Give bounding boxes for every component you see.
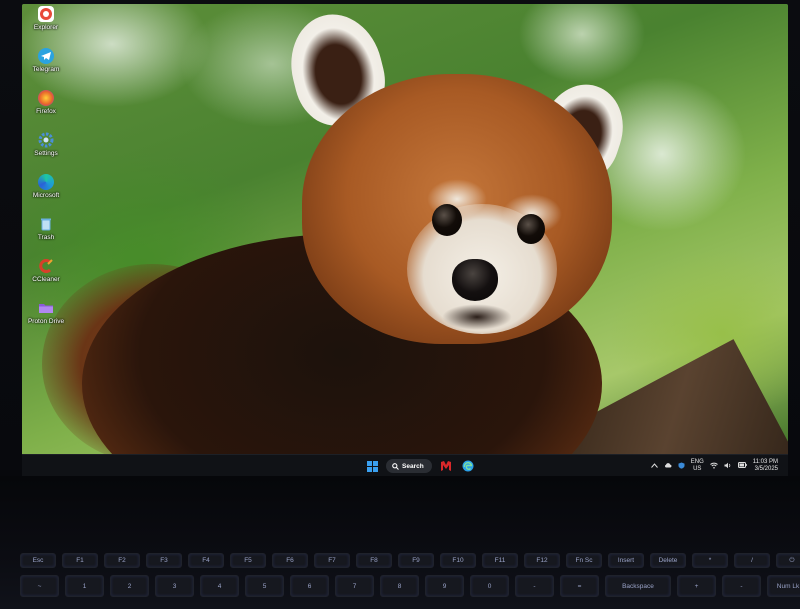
- taskbar-center: Search: [364, 458, 476, 474]
- key-8[interactable]: F8: [356, 553, 392, 568]
- cloud-icon[interactable]: [664, 462, 672, 470]
- desktop-icon-label: CCleaner: [32, 276, 60, 283]
- key-1[interactable]: F1: [62, 553, 98, 568]
- start-button[interactable]: [364, 458, 380, 474]
- key-11[interactable]: F11: [482, 553, 518, 568]
- key-0[interactable]: Esc: [20, 553, 56, 568]
- edge-icon: [38, 174, 54, 190]
- key-5[interactable]: 5: [245, 575, 284, 597]
- ccleaner-icon: [38, 258, 54, 274]
- language-region: US: [693, 466, 702, 472]
- desktop-icon-explorer[interactable]: Explorer: [22, 6, 70, 31]
- key-16[interactable]: *: [692, 553, 728, 568]
- desktop-icon-label: Settings: [34, 150, 58, 157]
- key-13[interactable]: Backspace: [605, 575, 671, 597]
- key-0[interactable]: ~: [20, 575, 59, 597]
- key-16[interactable]: Num Lk: [767, 575, 800, 597]
- key-12[interactable]: =: [560, 575, 599, 597]
- desktop-icon-label: Proton Drive: [27, 318, 65, 325]
- key-13[interactable]: Fn Sc: [566, 553, 602, 568]
- wallpaper-panda-nose: [452, 259, 498, 301]
- key-12[interactable]: F12: [524, 553, 560, 568]
- key-1[interactable]: 1: [65, 575, 104, 597]
- desktop-icon-label: Microsoft: [32, 192, 60, 199]
- wifi-icon[interactable]: [709, 462, 718, 471]
- key-7[interactable]: F7: [314, 553, 350, 568]
- desktop-icon-label: Firefox: [36, 108, 56, 115]
- trash-icon: [38, 216, 54, 232]
- keyboard-deck: Esc F1 F2 F3 F4 F5 F6 F7 F8 F9 F10 F11 F12 Fn Sc Inser…: [0, 476, 800, 609]
- taskbar-app-mcafee[interactable]: [438, 458, 454, 474]
- key-7[interactable]: 7: [335, 575, 374, 597]
- taskbar-search-button[interactable]: Search: [386, 459, 432, 473]
- desktop-icon-trash[interactable]: Trash: [22, 216, 70, 241]
- search-icon: [392, 462, 399, 470]
- wallpaper-panda-eye-left: [432, 204, 462, 236]
- key-3[interactable]: F3: [146, 553, 182, 568]
- firefox-icon: [38, 90, 54, 106]
- battery-icon[interactable]: [737, 462, 747, 470]
- desktop-icon-settings[interactable]: Settings: [22, 132, 70, 157]
- windows-icon: [366, 460, 378, 472]
- taskbar-app-edge[interactable]: [460, 458, 476, 474]
- taskbar-search-label: Search: [402, 462, 424, 470]
- clock-time: 11:03 PM: [752, 459, 778, 465]
- clock-date: 3/5/2025: [754, 466, 778, 472]
- key-14[interactable]: Insert: [608, 553, 644, 568]
- language-code: ENG: [690, 459, 704, 465]
- key-15[interactable]: Delete: [650, 553, 686, 568]
- desktop-icon-firefox[interactable]: Firefox: [22, 90, 70, 115]
- wallpaper-panda-mouth: [442, 304, 512, 330]
- desktop-icon-proton-drive[interactable]: Proton Drive: [22, 300, 70, 325]
- key-14[interactable]: +: [677, 575, 716, 597]
- edge-icon: [462, 460, 474, 472]
- desktop-icon-label: Trash: [37, 234, 55, 241]
- key-17[interactable]: /: [734, 553, 770, 568]
- chevron-up-icon[interactable]: [650, 462, 658, 470]
- explorer-icon: [38, 6, 54, 22]
- key-18[interactable]: ⏻: [776, 553, 800, 568]
- taskbar: Search ENG US 11:03 PM 3/5/2025: [22, 454, 788, 477]
- volume-icon[interactable]: [724, 462, 732, 471]
- key-6[interactable]: 6: [290, 575, 329, 597]
- key-9[interactable]: F9: [398, 553, 434, 568]
- system-tray: ENG US 11:03 PM 3/5/2025: [650, 457, 778, 475]
- telegram-icon: [38, 48, 54, 64]
- key-3[interactable]: 3: [155, 575, 194, 597]
- key-15[interactable]: -: [722, 575, 761, 597]
- desktop-icon-label: Telegram: [32, 66, 60, 73]
- key-8[interactable]: 8: [380, 575, 419, 597]
- gear-icon: [38, 132, 54, 148]
- key-4[interactable]: 4: [200, 575, 239, 597]
- desktop-screen: Explorer Telegram Firefox Settings Micro…: [22, 4, 788, 458]
- desktop-icon-ccleaner[interactable]: CCleaner: [22, 258, 70, 283]
- desktop-icon-telegram[interactable]: Telegram: [22, 48, 70, 73]
- mcafee-icon: [440, 461, 451, 471]
- language-indicator[interactable]: ENG US: [691, 459, 704, 473]
- key-6[interactable]: F6: [272, 553, 308, 568]
- key-4[interactable]: F4: [188, 553, 224, 568]
- desktop-icon-label: Explorer: [33, 24, 59, 31]
- key-10[interactable]: 0: [470, 575, 509, 597]
- wallpaper-panda-eye-right: [517, 214, 545, 244]
- key-11[interactable]: -: [515, 575, 554, 597]
- taskbar-clock[interactable]: 11:03 PM 3/5/2025: [753, 459, 778, 473]
- key-2[interactable]: 2: [110, 575, 149, 597]
- desktop-icon-microsoft[interactable]: Microsoft: [22, 174, 70, 199]
- folder-icon: [38, 300, 54, 316]
- key-5[interactable]: F5: [230, 553, 266, 568]
- key-2[interactable]: F2: [104, 553, 140, 568]
- defender-icon[interactable]: [678, 462, 685, 471]
- keyboard-number-row: ~1 2 3 4 5 6 7 8 9 0- = Backspace + - Num Lk: [20, 575, 800, 597]
- keyboard-fn-row: Esc F1 F2 F3 F4 F5 F6 F7 F8 F9 F10 F11 F12 Fn Sc Inser…: [20, 553, 800, 568]
- key-10[interactable]: F10: [440, 553, 476, 568]
- key-9[interactable]: 9: [425, 575, 464, 597]
